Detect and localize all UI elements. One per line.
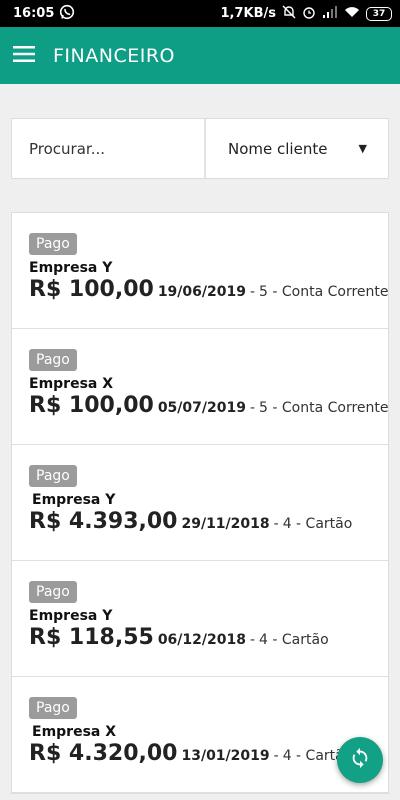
battery-level: 37: [366, 6, 392, 21]
sync-button[interactable]: [337, 737, 383, 783]
network-speed: 1,7KB/s: [220, 6, 277, 21]
date: 06/12/2018: [157, 632, 246, 648]
record-details: R$ 4.393,00 29/11/2018 - 4 - Cartão: [29, 509, 388, 534]
date: 19/06/2019: [157, 284, 246, 300]
company-name: Empresa Y: [32, 492, 116, 508]
records-list: Pago Empresa Y R$ 100,00 19/06/2019 - 5 …: [11, 212, 389, 794]
company-name: Empresa Y: [29, 260, 113, 276]
app-bar: FINANCEIRO: [0, 27, 400, 84]
filter-bar: Procurar... Nome cliente ▼: [11, 118, 389, 179]
date: 29/11/2018: [181, 516, 270, 532]
list-item[interactable]: Pago Empresa Y R$ 4.393,00 29/11/2018 - …: [12, 445, 388, 561]
wifi-icon: [344, 6, 360, 22]
amount: R$ 118,55: [29, 625, 154, 650]
date: 05/07/2019: [157, 400, 246, 416]
record-details: R$ 100,00 05/07/2019 - 5 - Conta Corrent…: [29, 393, 389, 418]
sync-icon: [349, 747, 371, 773]
separator: -: [249, 284, 256, 300]
sort-select[interactable]: Nome cliente ▼: [206, 119, 388, 178]
company-name: Empresa X: [32, 724, 117, 740]
menu-button[interactable]: [0, 27, 50, 84]
alarm-icon: [302, 5, 316, 23]
payment-info: 5 - Conta Corrente: [259, 400, 389, 416]
page-title: FINANCEIRO: [53, 44, 175, 67]
status-badge: Pago: [29, 465, 77, 487]
mute-icon: [282, 5, 296, 23]
separator: -: [249, 632, 256, 648]
sort-select-value: Nome cliente: [228, 139, 328, 158]
list-item[interactable]: Pago Empresa X R$ 100,00 05/07/2019 - 5 …: [12, 329, 389, 445]
record-details: R$ 118,55 06/12/2018 - 4 - Cartão: [29, 625, 388, 650]
separator: -: [273, 748, 279, 764]
list-item[interactable]: Pago Empresa X R$ 4.320,00 13/01/2019 - …: [12, 677, 388, 793]
status-badge: Pago: [29, 233, 77, 255]
date: 13/01/2019: [181, 748, 270, 764]
amount: R$ 100,00: [29, 393, 154, 418]
status-badge: Pago: [29, 697, 77, 719]
record-details: R$ 4.320,00 13/01/2019 - 4 - Cartão: [29, 741, 388, 766]
separator: -: [273, 516, 279, 532]
status-bar: 16:05 1,7KB/s 37: [0, 0, 400, 27]
status-bar-left: 16:05: [13, 4, 75, 24]
record-details: R$ 100,00 19/06/2019 - 5 - Conta Corrent…: [29, 277, 389, 302]
status-badge: Pago: [29, 349, 77, 371]
amount: R$ 4.320,00: [29, 741, 178, 766]
dropdown-arrow-icon: ▼: [358, 142, 367, 155]
menu-icon: [13, 45, 35, 66]
payment-info: 5 - Conta Corrente: [259, 284, 389, 300]
search-placeholder: Procurar...: [29, 139, 106, 158]
amount: R$ 100,00: [29, 277, 154, 302]
search-input[interactable]: Procurar...: [12, 119, 206, 178]
list-item[interactable]: Pago Empresa Y R$ 100,00 19/06/2019 - 5 …: [12, 213, 389, 329]
payment-info: 4 - Cartão: [259, 632, 329, 648]
status-badge: Pago: [29, 581, 77, 603]
signal-icon: [322, 5, 338, 22]
list-item[interactable]: Pago Empresa Y R$ 118,55 06/12/2018 - 4 …: [12, 561, 388, 677]
amount: R$ 4.393,00: [29, 509, 178, 534]
company-name: Empresa Y: [29, 608, 113, 624]
status-bar-right: 1,7KB/s 37: [220, 5, 392, 23]
whatsapp-icon: [59, 4, 75, 24]
company-name: Empresa X: [29, 376, 114, 392]
status-time: 16:05: [13, 6, 55, 21]
payment-info: 4 - Cartão: [282, 516, 353, 532]
separator: -: [249, 400, 256, 416]
